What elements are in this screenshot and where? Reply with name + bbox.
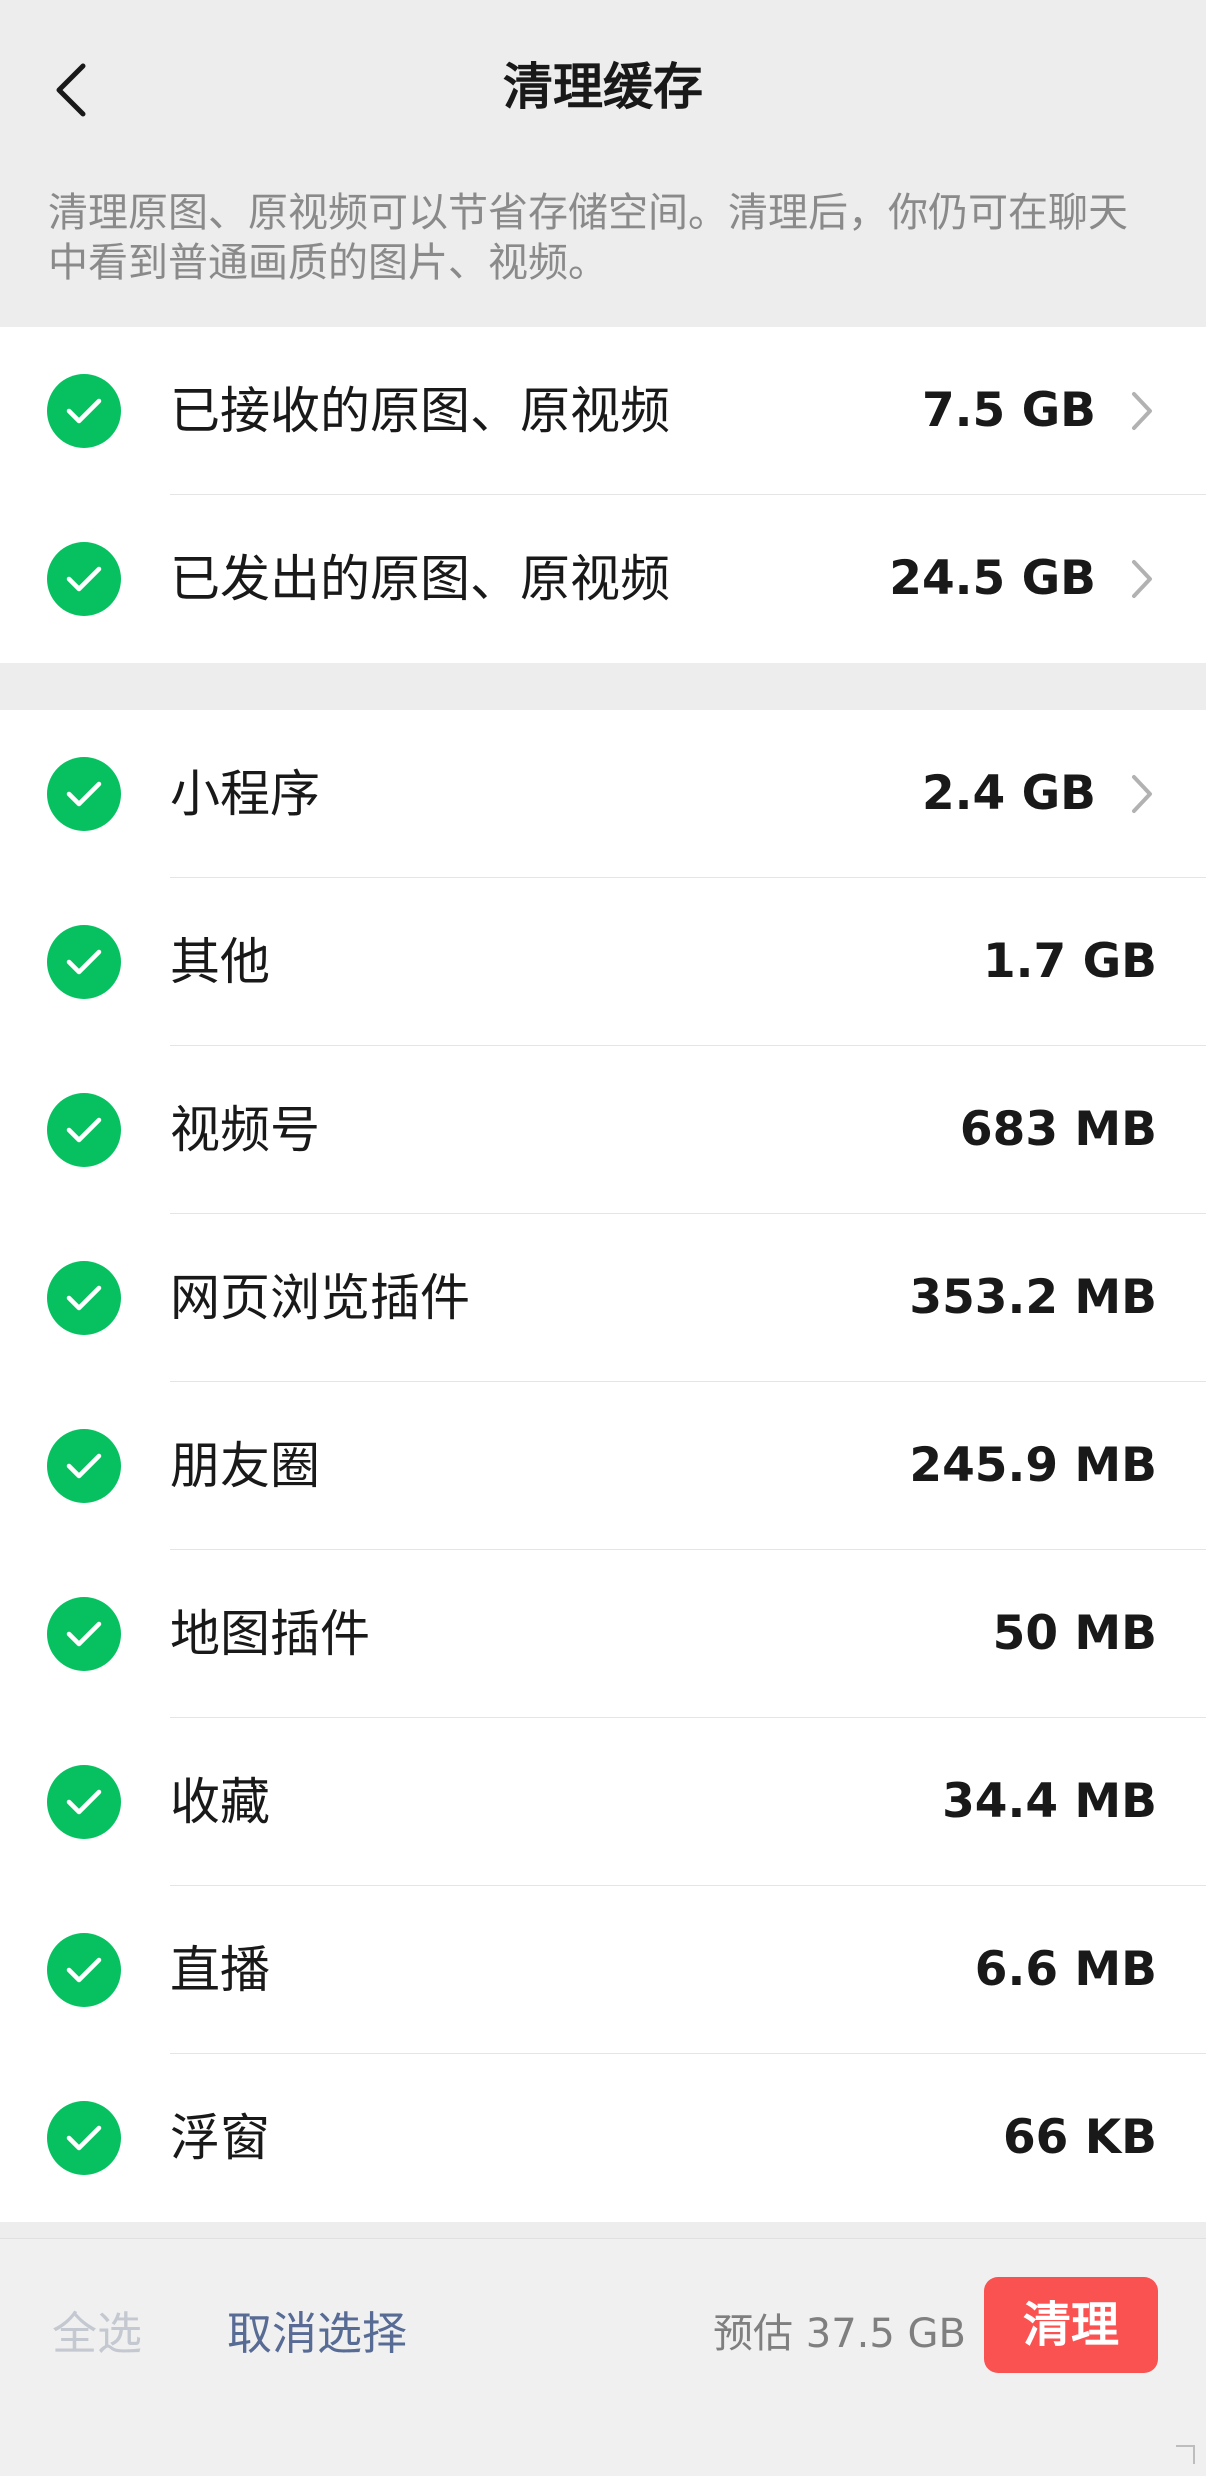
cache-item-label: 直播 xyxy=(170,1941,270,1999)
checkbox-checked-icon[interactable] xyxy=(47,1597,121,1671)
checkbox-checked-icon[interactable] xyxy=(47,542,121,616)
bottom-action-bar: 全选 取消选择 预估 37.5 GB 清理 xyxy=(0,2238,1206,2476)
cache-item-size: 24.5 GB xyxy=(889,551,1096,606)
cache-item-size: 683 MB xyxy=(959,1102,1157,1157)
cache-item-size: 7.5 GB xyxy=(921,383,1096,438)
page-title: 清理缓存 xyxy=(503,58,703,116)
cache-item-row[interactable]: 浮窗 66 KB xyxy=(0,2054,1206,2222)
checkbox-checked-icon[interactable] xyxy=(47,1429,121,1503)
deselect-button[interactable]: 取消选择 xyxy=(227,2299,407,2369)
checkbox-checked-icon[interactable] xyxy=(47,757,121,831)
corner-mark-icon xyxy=(1176,2445,1195,2464)
navigation-bar: 清理缓存 xyxy=(0,0,1206,180)
cache-item-label: 其他 xyxy=(170,933,270,991)
checkbox-checked-icon[interactable] xyxy=(47,1093,121,1167)
cache-item-row[interactable]: 收藏 34.4 MB xyxy=(0,1718,1206,1886)
clean-button[interactable]: 清理 xyxy=(984,2277,1158,2373)
cache-item-row[interactable]: 已接收的原图、原视频 7.5 GB xyxy=(0,327,1206,495)
chevron-right-icon xyxy=(1128,772,1156,816)
checkbox-checked-icon[interactable] xyxy=(47,1261,121,1335)
checkbox-checked-icon[interactable] xyxy=(47,1765,121,1839)
cache-item-size: 6.6 MB xyxy=(974,1942,1157,1997)
cache-item-row[interactable]: 已发出的原图、原视频 24.5 GB xyxy=(0,495,1206,663)
media-cache-group: 已接收的原图、原视频 7.5 GB 已发出的原图、原视频 24.5 GB xyxy=(0,327,1206,663)
estimated-size: 预估 37.5 GB xyxy=(713,2311,966,2357)
chevron-right-icon xyxy=(1128,389,1156,433)
cache-item-label: 网页浏览插件 xyxy=(170,1269,470,1327)
chevron-right-icon xyxy=(1128,557,1156,601)
checkbox-checked-icon[interactable] xyxy=(47,1933,121,2007)
cache-item-label: 已发出的原图、原视频 xyxy=(170,550,670,608)
select-all-button[interactable]: 全选 xyxy=(52,2299,142,2369)
cache-item-row[interactable]: 朋友圈 245.9 MB xyxy=(0,1382,1206,1550)
cache-item-label: 已接收的原图、原视频 xyxy=(170,382,670,440)
checkbox-checked-icon[interactable] xyxy=(47,374,121,448)
cache-item-size: 2.4 GB xyxy=(921,766,1096,821)
cache-item-label: 朋友圈 xyxy=(170,1437,320,1495)
cache-item-size: 1.7 GB xyxy=(982,934,1157,989)
cache-item-label: 收藏 xyxy=(170,1773,270,1831)
cache-item-row[interactable]: 地图插件 50 MB xyxy=(0,1550,1206,1718)
cache-item-row[interactable]: 视频号 683 MB xyxy=(0,1046,1206,1214)
cache-description: 清理原图、原视频可以节省存储空间。清理后，你仍可在聊天中看到普通画质的图片、视频… xyxy=(48,190,1128,286)
cache-item-label: 小程序 xyxy=(170,765,320,823)
cache-item-row[interactable]: 其他 1.7 GB xyxy=(0,878,1206,1046)
cache-item-label: 地图插件 xyxy=(170,1605,370,1663)
cache-item-row[interactable]: 网页浏览插件 353.2 MB xyxy=(0,1214,1206,1382)
cache-item-row[interactable]: 小程序 2.4 GB xyxy=(0,710,1206,878)
cache-item-size: 66 KB xyxy=(1002,2110,1157,2165)
cache-item-size: 50 MB xyxy=(992,1606,1157,1661)
cache-item-label: 浮窗 xyxy=(170,2109,270,2167)
cache-item-size: 245.9 MB xyxy=(909,1438,1157,1493)
checkbox-checked-icon[interactable] xyxy=(47,925,121,999)
cache-item-row[interactable]: 直播 6.6 MB xyxy=(0,1886,1206,2054)
cache-item-label: 视频号 xyxy=(170,1101,320,1159)
cache-item-size: 353.2 MB xyxy=(909,1270,1157,1325)
cache-item-size: 34.4 MB xyxy=(942,1774,1157,1829)
other-cache-group: 小程序 2.4 GB 其他 1.7 GB 视频号 683 MB 网页浏览插件 353.2 MB… xyxy=(0,710,1206,2222)
checkbox-checked-icon[interactable] xyxy=(47,2101,121,2175)
